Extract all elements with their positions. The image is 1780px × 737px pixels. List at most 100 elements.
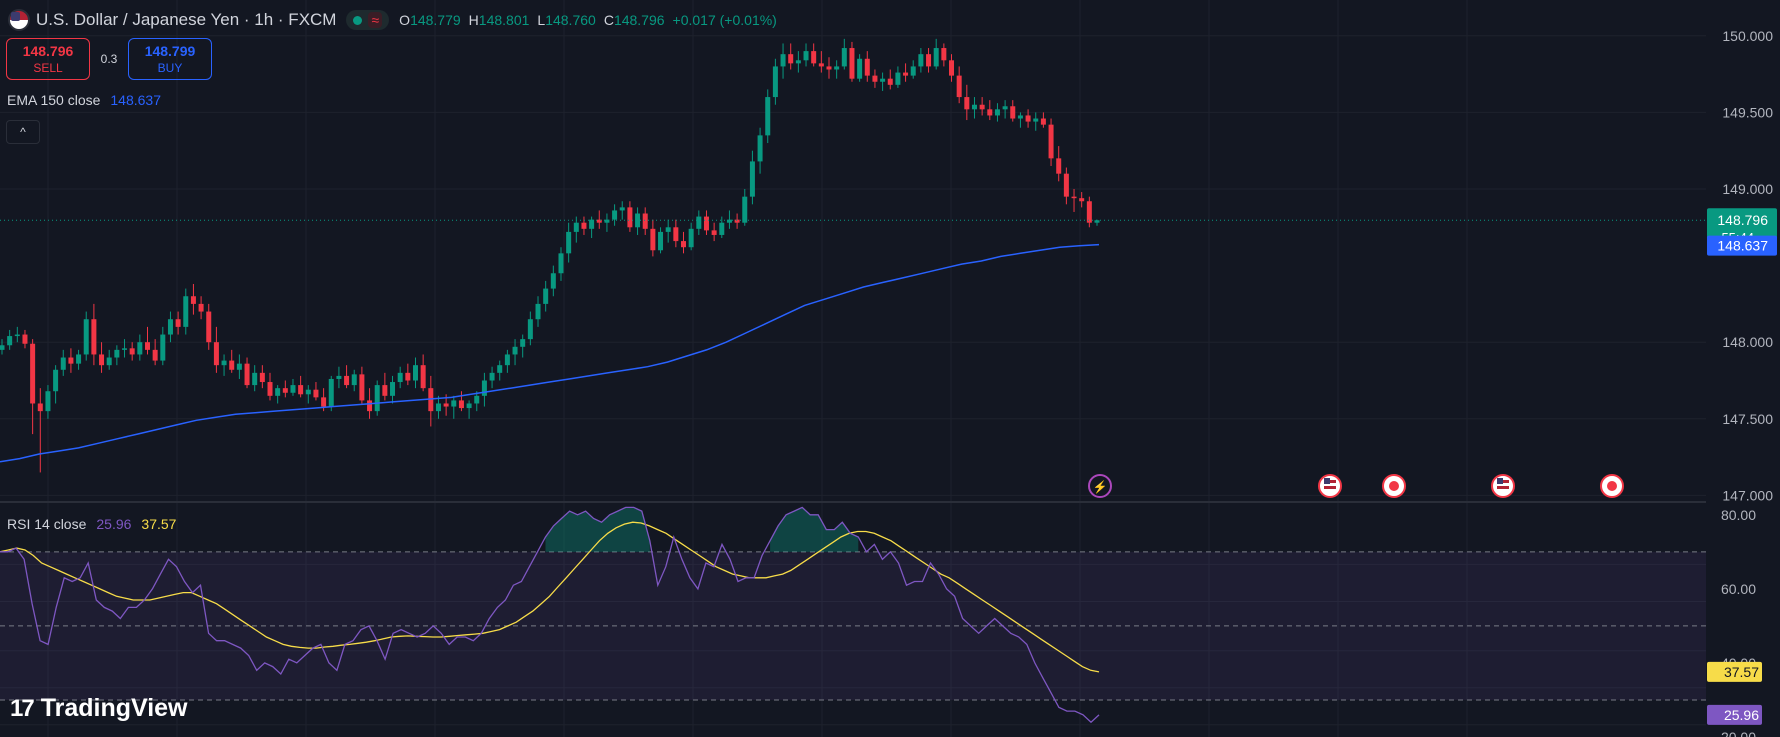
candle-body xyxy=(941,48,947,61)
ema-legend[interactable]: EMA 150 close 148.637 xyxy=(7,92,161,108)
candle-body xyxy=(167,319,173,335)
price-tick-label: 147.500 xyxy=(1722,411,1773,427)
candle-body xyxy=(650,228,656,251)
candle xyxy=(305,385,311,404)
candle-body xyxy=(275,388,281,396)
candle-body xyxy=(122,348,128,350)
buy-button[interactable]: 148.799 BUY xyxy=(128,38,212,80)
tradingview-logo-text: TradingView xyxy=(40,694,188,722)
candle-body xyxy=(627,207,633,228)
rsi-legend-label: RSI 14 close xyxy=(7,516,87,532)
current-price-tag-value: 148.796 xyxy=(1717,212,1768,228)
candle xyxy=(711,222,717,242)
candle xyxy=(803,43,809,67)
candle xyxy=(818,51,824,73)
candle xyxy=(359,366,365,404)
sell-button[interactable]: 148.796 SELL xyxy=(6,38,90,80)
candle xyxy=(665,219,671,243)
candle-body xyxy=(313,389,319,398)
candle-body xyxy=(1063,173,1069,197)
chart-area[interactable]: ⚡ 150.000 149.500 149.000 148.000 147.500 147.… xyxy=(0,0,1780,737)
rsi-ma-tag-value: 37.57 xyxy=(1724,664,1759,680)
candle xyxy=(895,66,901,88)
event-marker[interactable] xyxy=(1382,474,1406,498)
candle xyxy=(91,303,97,366)
rsi-legend[interactable]: RSI 14 close 25.96 37.57 xyxy=(7,516,176,532)
candle-body xyxy=(880,78,886,82)
candle-body xyxy=(0,345,5,350)
event-marker[interactable] xyxy=(1318,474,1342,498)
candle xyxy=(987,100,993,121)
candle-body xyxy=(114,349,120,358)
candle xyxy=(543,280,549,312)
candle-body xyxy=(971,104,977,110)
event-marker[interactable]: ⚡ xyxy=(1088,474,1112,498)
candle xyxy=(589,216,595,239)
candle-body xyxy=(405,372,411,381)
price-axis[interactable]: 150.000 149.500 149.000 148.000 147.500 147.0… xyxy=(1706,0,1780,737)
candle xyxy=(451,395,457,419)
close-value: 148.796 xyxy=(613,12,665,28)
candle-body xyxy=(412,365,418,381)
collapse-legend-button[interactable]: ^ xyxy=(6,120,40,144)
candle-body xyxy=(658,231,664,251)
candle xyxy=(252,365,258,392)
tradingview-logo-icon: 17 xyxy=(10,694,35,722)
candle-body xyxy=(435,403,441,412)
candle-body xyxy=(466,403,472,409)
event-marker[interactable] xyxy=(1600,474,1624,498)
candle-body xyxy=(742,196,748,223)
candle-body xyxy=(321,397,327,407)
symbol-title[interactable]: U.S. Dollar / Japanese Yen · 1h · FXCM xyxy=(36,10,336,30)
candle xyxy=(114,345,120,366)
candle xyxy=(612,204,618,226)
event-marker[interactable] xyxy=(1491,474,1515,498)
candle-body xyxy=(711,230,717,235)
candle xyxy=(795,51,801,73)
candle-body xyxy=(30,343,36,404)
candle xyxy=(926,48,932,73)
candle xyxy=(520,334,526,358)
candle-body xyxy=(596,219,602,223)
candle xyxy=(673,219,679,248)
candle-body xyxy=(504,354,510,366)
candle-body xyxy=(481,380,487,396)
candle xyxy=(344,365,350,389)
candle-body xyxy=(619,207,625,211)
candle-body xyxy=(183,296,189,327)
candle xyxy=(489,366,495,389)
tradingview-logo[interactable]: 17 TradingView xyxy=(10,694,188,723)
candle-body xyxy=(22,334,28,344)
market-status-pill[interactable]: ≈ xyxy=(346,10,390,30)
candle-body xyxy=(129,348,135,355)
candle xyxy=(206,303,212,350)
candle-body xyxy=(811,51,817,64)
candle-body xyxy=(1071,196,1077,199)
candle xyxy=(918,48,924,73)
candle xyxy=(1086,196,1092,228)
candle-body xyxy=(772,66,778,98)
sell-label: SELL xyxy=(33,61,63,75)
candle xyxy=(497,360,503,381)
candle xyxy=(267,372,273,401)
low-value: 148.760 xyxy=(545,12,596,28)
candle xyxy=(198,296,204,320)
candle-body xyxy=(696,216,702,229)
candle xyxy=(1048,118,1054,167)
chart-header: U.S. Dollar / Japanese Yen · 1h · FXCM ≈… xyxy=(8,8,777,32)
candle-body xyxy=(374,385,380,412)
candle xyxy=(60,349,66,376)
candle xyxy=(275,385,281,404)
candle-body xyxy=(788,54,794,64)
candle-body xyxy=(328,378,334,407)
candle-body xyxy=(887,78,893,85)
candle-body xyxy=(642,213,648,229)
candle xyxy=(642,207,648,235)
spread-value: 0.3 xyxy=(100,52,118,66)
candle xyxy=(137,334,143,361)
candle xyxy=(581,216,587,235)
candle-body xyxy=(221,360,227,366)
candle xyxy=(566,222,572,263)
high-label: H xyxy=(468,12,479,28)
candle-body xyxy=(213,342,219,366)
